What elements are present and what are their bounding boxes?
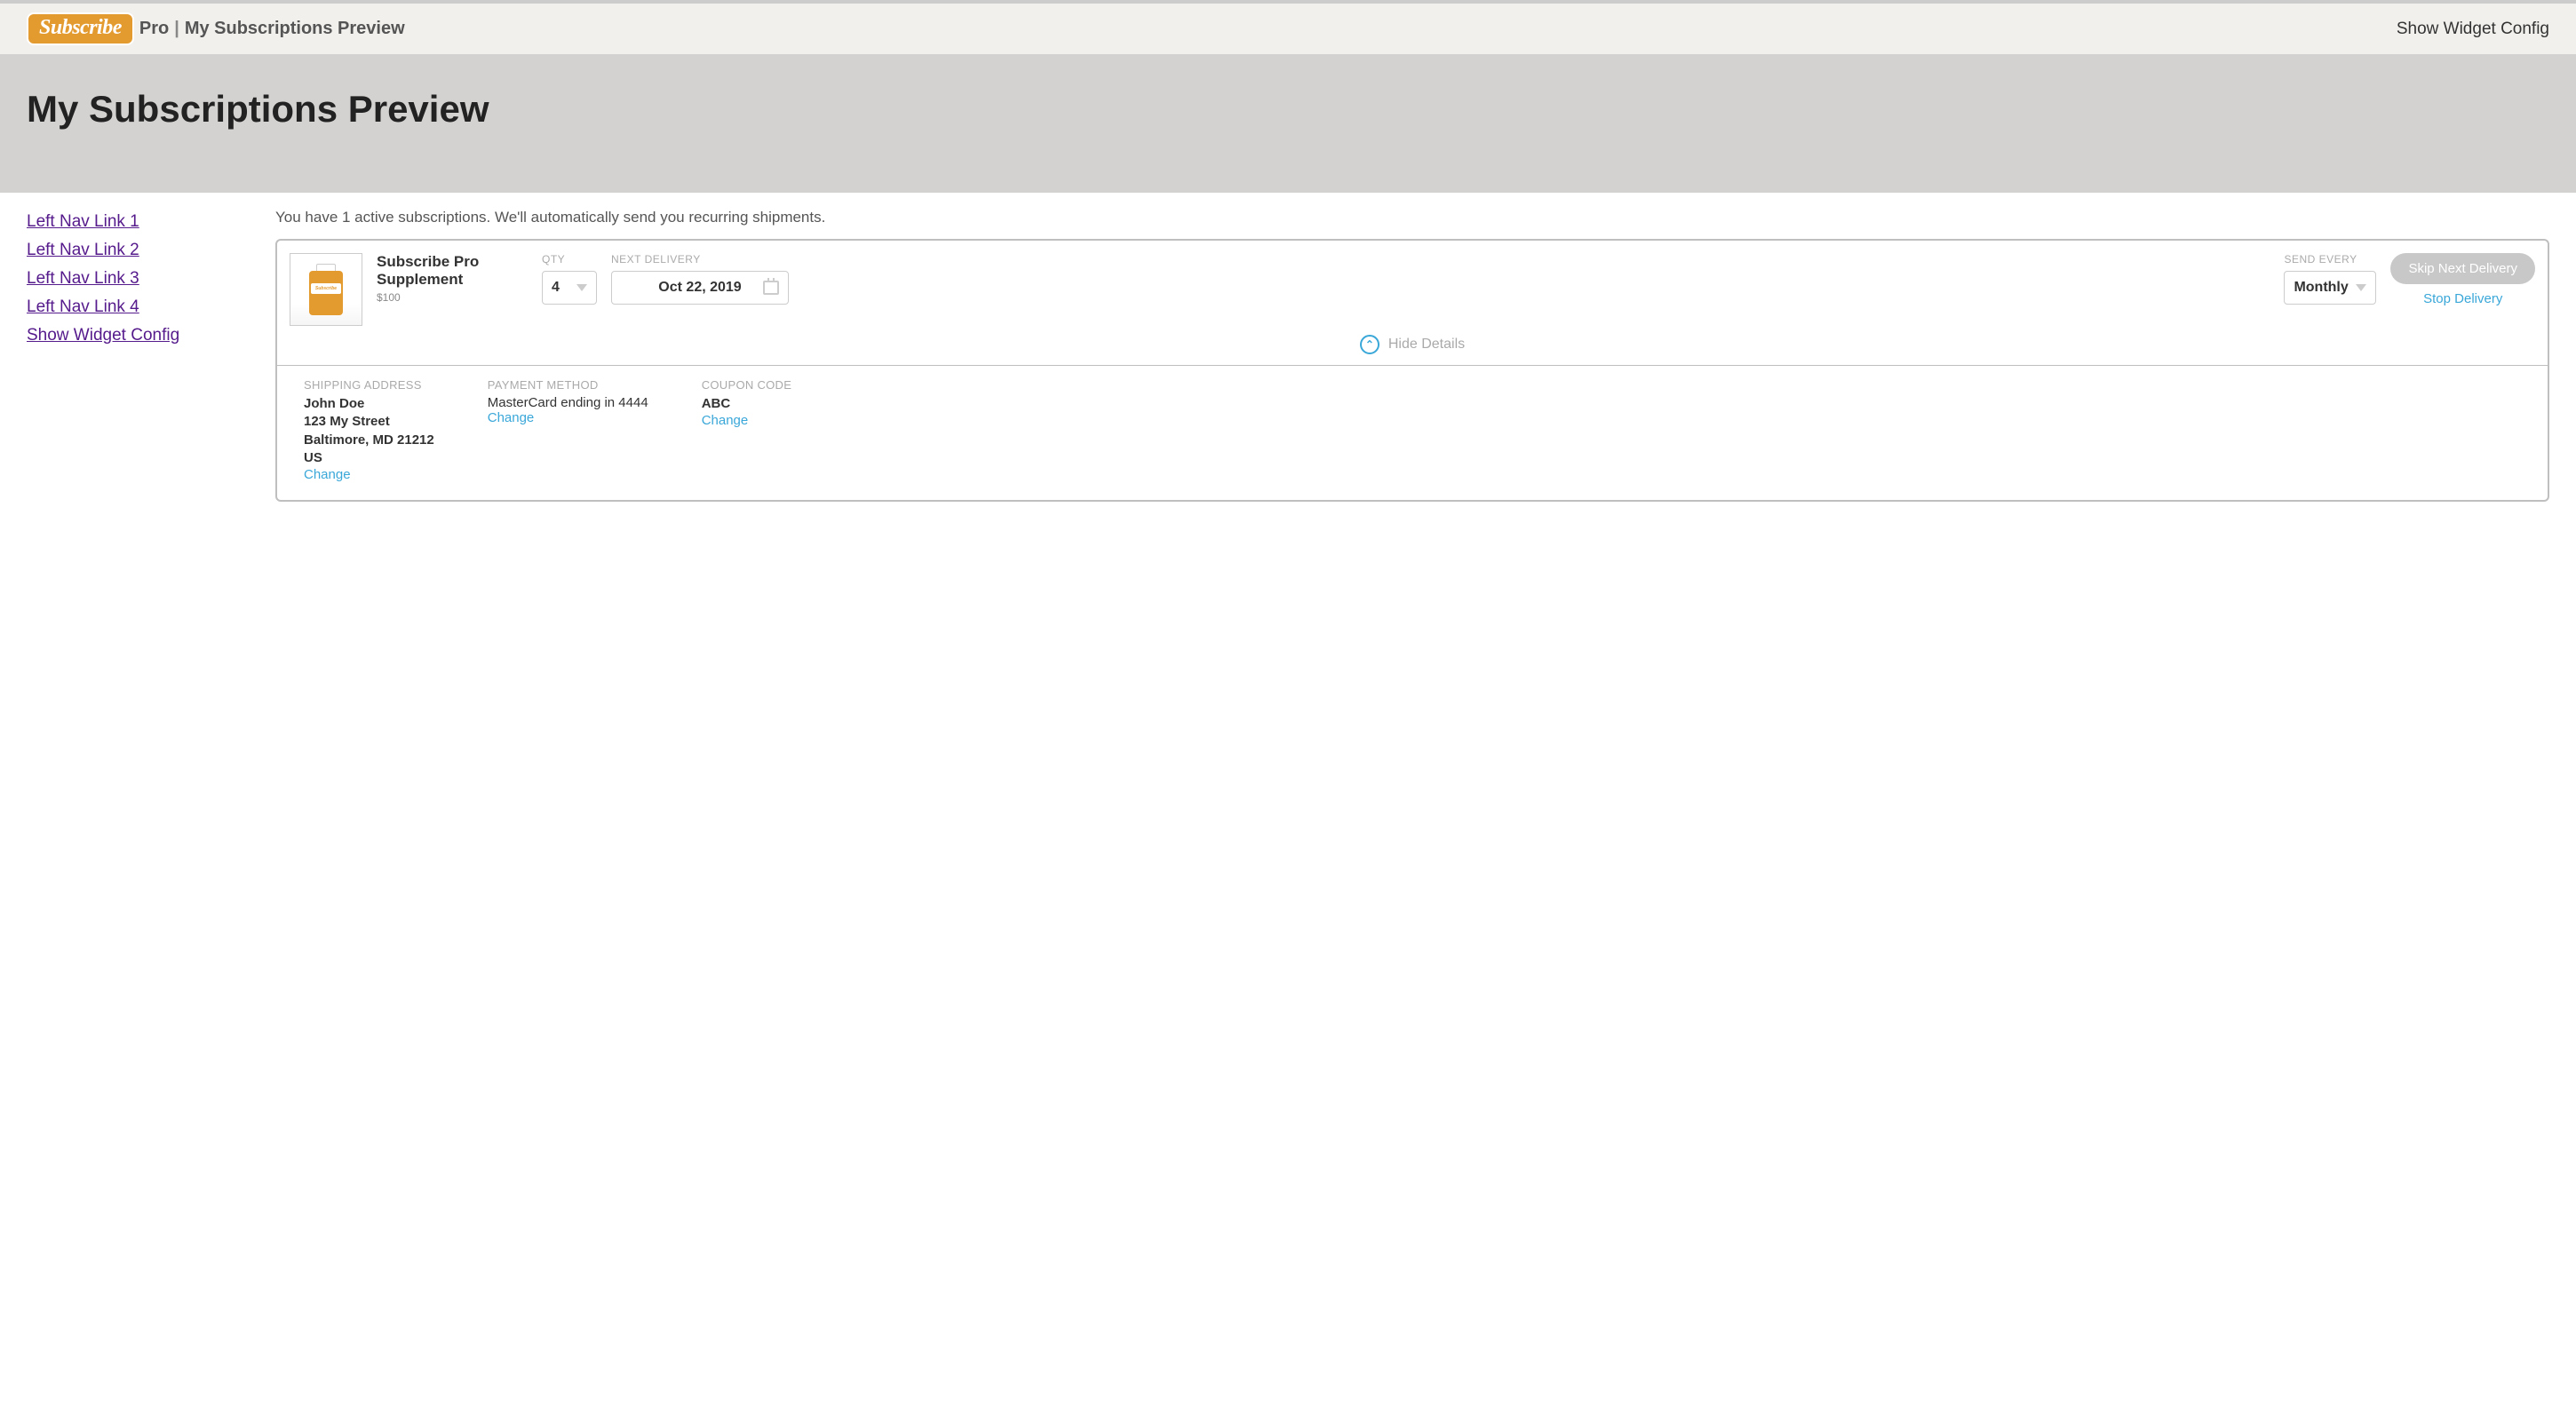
breadcrumb-separator: | — [174, 19, 179, 39]
page-title: My Subscriptions Preview — [27, 88, 2549, 131]
shipping-change-link[interactable]: Change — [304, 467, 434, 482]
frequency-select[interactable]: Monthly — [2284, 271, 2376, 305]
chevron-down-icon — [576, 284, 587, 291]
nav-link-1[interactable]: Left Nav Link 1 — [27, 212, 249, 232]
shipping-column: SHIPPING ADDRESS John Doe 123 My Street … — [304, 378, 434, 482]
subscription-card: Subscribe Subscribe Pro Supplement $100 … — [275, 239, 2549, 502]
qty-value: 4 — [552, 280, 560, 296]
sidebar: Left Nav Link 1 Left Nav Link 2 Left Nav… — [27, 209, 249, 502]
payment-value: MasterCard ending in 4444 — [488, 395, 648, 410]
stop-delivery-link[interactable]: Stop Delivery — [2423, 291, 2502, 306]
chevron-down-icon — [2356, 284, 2366, 291]
bottle-label: Subscribe — [311, 283, 341, 294]
logo-badge: Subscribe — [27, 12, 134, 45]
product-image: Subscribe — [290, 253, 362, 326]
coupon-column: COUPON CODE ABC Change — [702, 378, 792, 482]
frequency-value: Monthly — [2294, 280, 2348, 296]
coupon-change-link[interactable]: Change — [702, 413, 792, 428]
shipping-heading: SHIPPING ADDRESS — [304, 378, 434, 392]
qty-select[interactable]: 4 — [542, 271, 597, 305]
top-left: Subscribe Pro | My Subscriptions Preview — [27, 12, 405, 45]
top-bar: Subscribe Pro | My Subscriptions Preview… — [0, 0, 2576, 54]
payment-heading: PAYMENT METHOD — [488, 378, 648, 392]
shipping-line1: 123 My Street — [304, 413, 434, 431]
main: You have 1 active subscriptions. We'll a… — [275, 209, 2549, 502]
send-every-label: SEND EVERY — [2284, 253, 2376, 266]
product-name: Subscribe Pro Supplement — [377, 253, 528, 289]
calendar-icon — [763, 281, 779, 295]
nav-link-2[interactable]: Left Nav Link 2 — [27, 241, 249, 260]
chevron-up-icon: ⌃ — [1360, 335, 1379, 354]
skip-next-delivery-button[interactable]: Skip Next Delivery — [2390, 253, 2535, 284]
breadcrumb-text: My Subscriptions Preview — [185, 19, 405, 39]
product-price: $100 — [377, 291, 528, 304]
show-widget-config-link[interactable]: Show Widget Config — [2397, 20, 2549, 39]
next-delivery-picker[interactable]: Oct 22, 2019 — [611, 271, 789, 305]
qty-label: QTY — [542, 253, 597, 266]
shipping-line2: Baltimore, MD 21212 — [304, 432, 434, 449]
nav-link-4[interactable]: Left Nav Link 4 — [27, 297, 249, 317]
payment-column: PAYMENT METHOD MasterCard ending in 4444… — [488, 378, 648, 482]
pro-label: Pro — [139, 19, 169, 39]
nav-link-3[interactable]: Left Nav Link 3 — [27, 269, 249, 289]
toggle-details[interactable]: ⌃ Hide Details — [277, 331, 2548, 365]
intro-text: You have 1 active subscriptions. We'll a… — [275, 209, 2549, 226]
next-delivery-label: NEXT DELIVERY — [611, 253, 789, 266]
hero: My Subscriptions Preview — [0, 54, 2576, 193]
next-delivery-value: Oct 22, 2019 — [658, 280, 741, 296]
details-panel: SHIPPING ADDRESS John Doe 123 My Street … — [277, 365, 2548, 500]
nav-show-widget-config[interactable]: Show Widget Config — [27, 326, 249, 345]
payment-change-link[interactable]: Change — [488, 410, 648, 425]
shipping-country: US — [304, 449, 434, 467]
coupon-heading: COUPON CODE — [702, 378, 792, 392]
toggle-details-label: Hide Details — [1388, 337, 1465, 353]
coupon-value: ABC — [702, 395, 792, 413]
shipping-name: John Doe — [304, 395, 434, 413]
